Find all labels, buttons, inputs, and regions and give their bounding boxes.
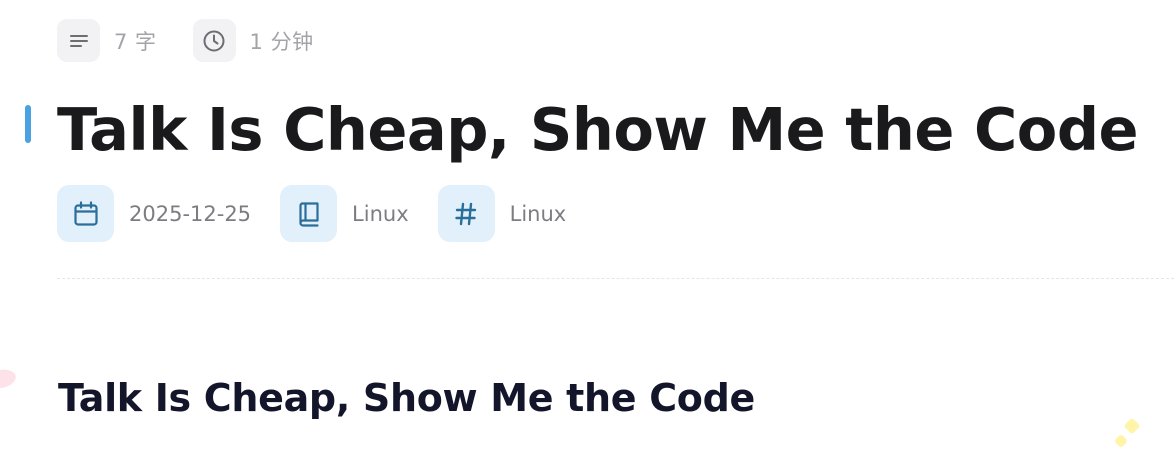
word-count-label: 7 字	[114, 29, 157, 54]
page-title: Talk Is Cheap, Show Me the Code	[57, 95, 1139, 164]
post-category[interactable]: Linux	[280, 185, 409, 242]
calendar-icon	[57, 185, 114, 242]
post-meta: 2025-12-25 Linux Linux	[57, 185, 566, 242]
post-stats: 7 字 1 分钟	[57, 19, 314, 62]
post-tag[interactable]: Linux	[437, 185, 567, 242]
title-accent-bar	[25, 105, 31, 143]
post-date: 2025-12-25	[57, 185, 251, 242]
divider	[57, 278, 1174, 279]
decorative-blob	[0, 367, 18, 391]
book-icon	[280, 185, 338, 242]
post-date-text: 2025-12-25	[129, 201, 252, 226]
word-count: 7 字	[57, 19, 157, 62]
post-category-text[interactable]: Linux	[352, 202, 409, 226]
read-time-label: 1 分钟	[249, 29, 314, 54]
text-lines-icon	[57, 19, 100, 62]
read-time: 1 分钟	[192, 19, 314, 62]
post-tag-text[interactable]: Linux	[510, 202, 567, 226]
content-heading: Talk Is Cheap, Show Me the Code	[58, 376, 755, 420]
decorative-sparkle	[1113, 417, 1144, 454]
hash-icon	[437, 185, 495, 242]
clock-icon	[192, 19, 236, 62]
